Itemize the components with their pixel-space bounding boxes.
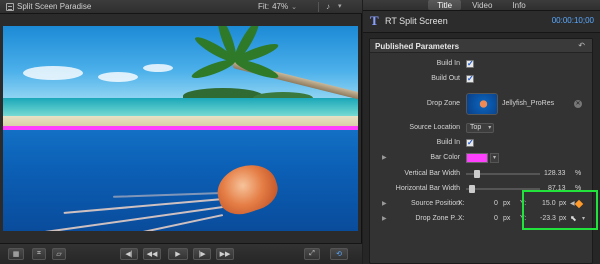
viewer: Split Sceen Paradise Fit: 47% ⌄ ♪ ▾ ▦ ⌗ … (0, 0, 362, 264)
timecode: 00:00:10;00 (551, 16, 594, 25)
build-in-label: Build In (436, 60, 460, 67)
published-parameters-panel: Published Parameters ↶ Build In ✓ Build … (369, 38, 593, 264)
jellyfish-image-bottom (3, 130, 358, 231)
px-unit: px (503, 200, 511, 207)
fit-zoom-popup[interactable]: Fit: 47% ⌄ (258, 2, 297, 11)
clear-icon[interactable]: ✕ (574, 100, 582, 108)
inspector-header: T RT Split Screen 00:00:10;00 (363, 11, 600, 33)
previous-edit-button[interactable]: ◀| (120, 248, 138, 260)
crop-button[interactable]: ⌗ (32, 248, 46, 260)
build-out-checkbox[interactable]: ✓ (466, 75, 474, 83)
row-vertical-bar-width: Vertical Bar Width 128.33 % (370, 167, 592, 181)
row-build-in: Build In ✓ (370, 57, 592, 71)
row-bar-color: ▶ Bar Color ▾ (370, 151, 592, 165)
drop-zone-label: Drop Zone (426, 100, 460, 107)
drop-zone-thumbnail[interactable] (466, 93, 498, 115)
drop-zone-position-label: Drop Zone P... (415, 215, 460, 222)
build-in-2-label: Build In (436, 139, 460, 146)
next-edit-button[interactable]: |▶ (193, 248, 211, 260)
fit-label: Fit: (258, 2, 270, 11)
tab-title[interactable]: Title (428, 0, 462, 10)
distort-button[interactable]: ▱ (52, 248, 66, 260)
build-out-label: Build Out (431, 75, 460, 82)
slider-knob[interactable] (469, 185, 475, 193)
row-drop-zone: Drop Zone Jellyfish_ProRes ✕ (370, 91, 592, 117)
row-build-out: Build Out ✓ (370, 72, 592, 86)
drop-zone-clip-name: Jellyfish_ProRes (502, 100, 555, 107)
effect-name: RT Split Screen (385, 16, 448, 26)
vertical-bar-width-value[interactable]: 128.33 (544, 170, 565, 177)
disclosure-triangle-icon[interactable]: ▶ (382, 200, 387, 207)
percent-unit: % (575, 170, 582, 177)
play-button[interactable]: ▶ (168, 248, 188, 260)
x-label: X: (458, 200, 465, 207)
tab-info[interactable]: Info (503, 0, 534, 10)
fullscreen-icon[interactable]: ⤢ (304, 248, 320, 260)
chevron-down-icon: ⌄ (291, 3, 297, 11)
row-build-in-2: Build In ✓ (370, 136, 592, 150)
disclosure-triangle-icon[interactable]: ▶ (382, 215, 387, 222)
beach-sand (3, 116, 358, 126)
drop-zone-position-x[interactable]: 0 (494, 215, 498, 222)
grid-view-button[interactable]: ▦ (8, 248, 24, 260)
build-in-checkbox[interactable]: ✓ (466, 60, 474, 68)
color-popup-chevron-icon[interactable]: ▾ (490, 153, 499, 163)
row-source-location: Source Location Top ▾ (370, 121, 592, 135)
panel-header: Published Parameters ↶ (370, 39, 592, 53)
title-icon: T (370, 13, 379, 28)
x-label: X: (458, 215, 465, 222)
video-canvas[interactable] (3, 26, 358, 231)
chevron-down-icon[interactable]: ▾ (338, 2, 342, 10)
bar-color-label: Bar Color (430, 154, 460, 161)
divider (318, 2, 319, 12)
px-unit: px (503, 215, 511, 222)
source-location-popup[interactable]: Top ▾ (466, 123, 495, 133)
source-location-label: Source Location (409, 124, 460, 131)
chevron-down-icon: ▾ (488, 125, 492, 131)
source-position-label: Source Position (410, 200, 460, 207)
loop-icon[interactable]: ⟲ (330, 248, 348, 260)
project-name: Split Sceen Paradise (17, 2, 92, 11)
film-clip-icon (6, 2, 14, 11)
highlight-box (522, 190, 598, 230)
audio-skimming-icon[interactable]: ♪ (326, 2, 330, 11)
reset-icon[interactable]: ↶ (578, 41, 585, 50)
slider-knob[interactable] (474, 170, 480, 178)
inspector-tabs: Title Video Info (363, 0, 600, 11)
rewind-button[interactable]: ◀◀ (143, 248, 161, 260)
source-position-x[interactable]: 0 (494, 200, 498, 207)
viewer-toolbar: ▦ ⌗ ▱ ◀| ◀◀ ▶ |▶ ▶▶ ⤢ ⟲ (0, 243, 362, 264)
tab-video[interactable]: Video (463, 0, 501, 10)
horizontal-bar-width-label: Horizontal Bar Width (395, 185, 460, 192)
fit-value: 47% (272, 2, 289, 11)
viewer-title: Split Sceen Paradise (6, 2, 91, 11)
panel-title: Published Parameters (375, 42, 460, 51)
build-in-2-checkbox[interactable]: ✓ (466, 139, 474, 147)
forward-button[interactable]: ▶▶ (216, 248, 234, 260)
vertical-bar-width-label: Vertical Bar Width (404, 170, 460, 177)
viewer-title-bar: Split Sceen Paradise Fit: 47% ⌄ ♪ ▾ (0, 0, 362, 14)
bar-color-swatch[interactable] (466, 153, 488, 163)
disclosure-triangle-icon[interactable]: ▶ (382, 154, 387, 161)
